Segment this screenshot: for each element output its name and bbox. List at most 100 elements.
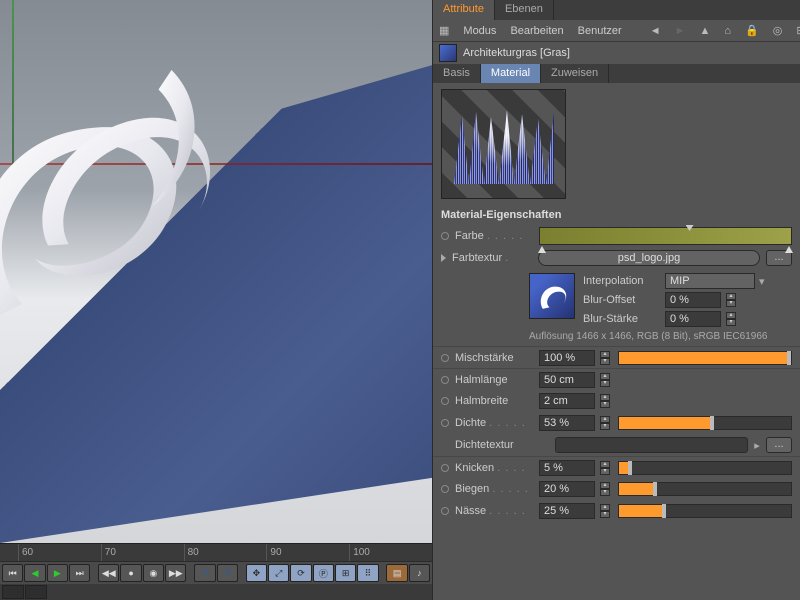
grass-preview <box>454 108 554 184</box>
seg <box>2 585 24 599</box>
nav-fwd-icon[interactable]: ► <box>675 24 686 38</box>
nav-home-icon[interactable]: ⌂ <box>724 24 731 38</box>
viewport-3d[interactable] <box>0 0 432 543</box>
slider-dichte[interactable] <box>618 416 792 430</box>
row-biegen: Biegen . . . . . ▴▾ <box>433 478 800 500</box>
anim-dot[interactable] <box>441 397 449 405</box>
spinner[interactable]: ▴▾ <box>726 293 736 307</box>
row-dichte: Dichte . . . . . ▴▾ <box>433 412 800 434</box>
sound-button[interactable]: ♪ <box>409 564 430 582</box>
spinner[interactable]: ▴▾ <box>600 482 610 496</box>
spinner[interactable]: ▴▾ <box>600 416 610 430</box>
panel-menubar: ▦ Modus Bearbeiten Benutzer ◄ ► ▲ ⌂ 🔒 ◎ … <box>433 20 800 42</box>
anim-dot[interactable] <box>441 485 449 493</box>
input-blur-staerke[interactable] <box>665 311 721 327</box>
input-naesse[interactable] <box>539 503 595 519</box>
goto-start-button[interactable]: ⏮ <box>2 564 23 582</box>
prev-key-button[interactable]: ◀◀ <box>98 564 119 582</box>
anim-dot[interactable] <box>441 354 449 362</box>
subtab-zuweisen[interactable]: Zuweisen <box>541 64 609 83</box>
move-tool-button[interactable]: ✥ <box>246 564 267 582</box>
lock-icon[interactable]: 🔒 <box>745 24 759 38</box>
dropdown-interpolation[interactable]: MIP <box>665 273 755 289</box>
film-button[interactable]: ▤ <box>386 564 407 582</box>
slider-mischstaerke[interactable] <box>618 351 792 365</box>
label-biegen: Biegen . . . . . <box>455 483 535 495</box>
spinner[interactable]: ▴▾ <box>600 373 610 387</box>
tick: 60 <box>18 544 101 561</box>
subtab-basis[interactable]: Basis <box>433 64 481 83</box>
input-dichte[interactable] <box>539 415 595 431</box>
next-key-button[interactable]: ▶▶ <box>165 564 186 582</box>
keymode2-button[interactable]: ? <box>217 564 238 582</box>
browse-button[interactable]: ... <box>766 437 792 453</box>
rotate-tool-button[interactable]: ⟳ <box>290 564 311 582</box>
panel-tabs: Attribute Ebenen <box>433 0 800 20</box>
spinner[interactable]: ▴▾ <box>600 504 610 518</box>
keymode-button[interactable]: ? <box>194 564 215 582</box>
transport-controls: ⏮ ◀ ▶ ⏭ ◀◀ ● ◉ ▶▶ ? ? ✥ ⤢ ⟳ Ⓟ ⊞ ⠿ ▤ ♪ <box>0 562 432 584</box>
tab-ebenen[interactable]: Ebenen <box>495 0 554 20</box>
input-halmbreite[interactable] <box>539 393 595 409</box>
row-halmlaenge: Halmlänge ▴▾ <box>433 368 800 390</box>
audio-track <box>0 584 432 600</box>
param-tool-button[interactable]: Ⓟ <box>313 564 334 582</box>
menu-modus[interactable]: Modus <box>463 25 496 37</box>
nav-up-icon[interactable]: ▲ <box>699 24 710 38</box>
tick: 80 <box>184 544 267 561</box>
anim-dot[interactable] <box>441 232 449 240</box>
timeline: 60 70 80 90 100 ⏮ ◀ ▶ ⏭ ◀◀ ● ◉ ▶▶ ? ? ✥ … <box>0 543 432 600</box>
spinner[interactable]: ▴▾ <box>600 461 610 475</box>
texture-thumb[interactable] <box>529 273 575 319</box>
pla-tool-button[interactable]: ⊞ <box>335 564 356 582</box>
timeline-ruler[interactable]: 60 70 80 90 100 <box>0 544 432 562</box>
menu-benutzer[interactable]: Benutzer <box>578 25 622 37</box>
input-mischstaerke[interactable] <box>539 350 595 366</box>
input-biegen[interactable] <box>539 481 595 497</box>
input-blur-offset[interactable] <box>665 292 721 308</box>
slider-biegen[interactable] <box>618 482 792 496</box>
label-naesse: Nässe . . . . . <box>455 505 535 517</box>
row-knicken: Knicken . . . . ▴▾ <box>433 456 800 478</box>
menu-bearbeiten[interactable]: Bearbeiten <box>510 25 563 37</box>
input-knicken[interactable] <box>539 460 595 476</box>
slider-knicken[interactable] <box>618 461 792 475</box>
anim-dot[interactable] <box>441 419 449 427</box>
record-button[interactable]: ● <box>120 564 141 582</box>
play-back-button[interactable]: ◀ <box>24 564 45 582</box>
spinner[interactable]: ▴▾ <box>600 394 610 408</box>
row-farbtextur: Farbtextur . psd_logo.jpg ... <box>433 247 800 269</box>
new-window-icon[interactable]: ⊞ <box>796 24 800 38</box>
grid-icon[interactable]: ▦ <box>439 24 449 38</box>
label-dichte: Dichte . . . . . <box>455 417 535 429</box>
texture-file[interactable]: psd_logo.jpg <box>538 250 760 266</box>
target-icon[interactable]: ◎ <box>773 24 783 38</box>
label-farbtextur: Farbtextur . <box>452 252 532 264</box>
input-halmlaenge[interactable] <box>539 372 595 388</box>
expand-icon[interactable] <box>441 254 446 262</box>
scale-tool-button[interactable]: ⤢ <box>268 564 289 582</box>
play-forward-button[interactable]: ▶ <box>47 564 68 582</box>
anim-dot[interactable] <box>441 507 449 515</box>
label-mischstaerke: Mischstärke <box>455 352 535 364</box>
texture-detail: Interpolation MIP ▾ Blur-Offset ▴▾ Blur-… <box>433 269 800 329</box>
autokey-button[interactable]: ◉ <box>143 564 164 582</box>
subtabs: Basis Material Zuweisen <box>433 64 800 83</box>
grid-tool-button[interactable]: ⠿ <box>357 564 378 582</box>
anim-dot[interactable] <box>441 376 449 384</box>
label-farbe: Farbe . . . . . <box>455 230 535 242</box>
attribute-panel: Attribute Ebenen ▦ Modus Bearbeiten Benu… <box>432 0 800 600</box>
material-preview[interactable] <box>441 89 566 199</box>
farbe-gradient[interactable] <box>539 227 792 245</box>
nav-back-icon[interactable]: ◄ <box>650 24 661 38</box>
dichtetextur-slot[interactable] <box>555 437 748 453</box>
anim-dot[interactable] <box>441 464 449 472</box>
tab-attribute[interactable]: Attribute <box>433 0 495 20</box>
subtab-material[interactable]: Material <box>481 64 541 83</box>
label-interpolation: Interpolation <box>583 275 661 287</box>
spinner[interactable]: ▴▾ <box>726 312 736 326</box>
slider-naesse[interactable] <box>618 504 792 518</box>
goto-end-button[interactable]: ⏭ <box>69 564 90 582</box>
spinner[interactable]: ▴▾ <box>600 351 610 365</box>
row-naesse: Nässe . . . . . ▴▾ <box>433 500 800 522</box>
